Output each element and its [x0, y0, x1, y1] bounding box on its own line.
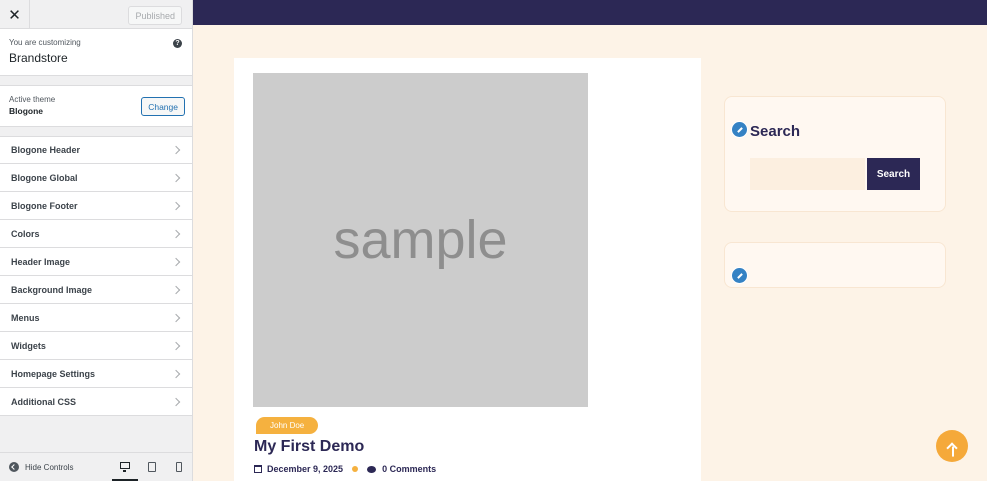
- post-date[interactable]: December 9, 2025: [267, 464, 343, 474]
- change-theme-button[interactable]: Change: [141, 97, 185, 116]
- pencil-icon[interactable]: [731, 121, 748, 138]
- chevron-right-icon: [171, 229, 181, 238]
- section-label: Menus: [11, 312, 40, 323]
- customizer-sidebar: ✕ Published You are customizing Brandsto…: [0, 0, 193, 481]
- empty-widget: [724, 242, 946, 288]
- arrow-up-icon: [946, 442, 958, 454]
- mobile-icon: [176, 461, 182, 472]
- post-title[interactable]: My First Demo: [254, 438, 364, 456]
- section-menus[interactable]: Menus: [0, 304, 192, 332]
- section-homepage-settings[interactable]: Homepage Settings: [0, 360, 192, 388]
- chevron-right-icon: [171, 257, 181, 266]
- search-button[interactable]: Search: [867, 158, 920, 190]
- preview-tablet-button[interactable]: [139, 452, 165, 481]
- preview-desktop-button[interactable]: [112, 452, 138, 481]
- section-label: Background Image: [11, 284, 93, 295]
- chevron-right-icon: [171, 285, 181, 294]
- section-widgets[interactable]: Widgets: [0, 332, 192, 360]
- search-input[interactable]: [750, 158, 865, 190]
- section-blogone-global[interactable]: Blogone Global: [0, 164, 192, 192]
- site-preview: sample John Doe My First Demo December 9…: [193, 0, 987, 481]
- chevron-right-icon: [171, 341, 181, 350]
- customizing-label: You are customizing: [9, 38, 81, 47]
- section-label: Header Image: [11, 256, 71, 267]
- section-label: Blogone Footer: [11, 200, 78, 211]
- active-theme-panel: Active theme Blogone Change: [0, 85, 192, 127]
- section-label: Homepage Settings: [11, 368, 96, 379]
- customizing-info: You are customizing Brandstore ?: [0, 29, 192, 76]
- site-name: Brandstore: [9, 51, 68, 65]
- customizer-topbar: ✕ Published: [0, 0, 192, 29]
- section-colors[interactable]: Colors: [0, 220, 192, 248]
- site-header-bar: [193, 0, 987, 25]
- chevron-right-icon: [171, 369, 181, 378]
- section-blogone-footer[interactable]: Blogone Footer: [0, 192, 192, 220]
- preview-mobile-button[interactable]: [166, 452, 192, 481]
- published-button[interactable]: Published: [128, 6, 182, 25]
- tablet-icon: [148, 461, 156, 472]
- section-header-image[interactable]: Header Image: [0, 248, 192, 276]
- section-additional-css[interactable]: Additional CSS: [0, 388, 192, 416]
- chevron-right-icon: [171, 313, 181, 322]
- post-author-badge[interactable]: John Doe: [256, 417, 319, 434]
- post-meta: December 9, 2025 0 Comments: [254, 464, 436, 474]
- post-comments-link[interactable]: 0 Comments: [382, 464, 436, 474]
- section-blogone-header[interactable]: Blogone Header: [0, 136, 192, 164]
- section-label: Colors: [11, 228, 40, 239]
- meta-separator-dot: [352, 466, 359, 472]
- section-label: Widgets: [11, 340, 46, 351]
- search-widget-title: Search: [750, 123, 801, 140]
- desktop-icon: [120, 462, 130, 472]
- section-label: Blogone Global: [11, 172, 78, 183]
- help-icon[interactable]: ?: [173, 39, 182, 48]
- hide-controls-button[interactable]: Hide Controls: [25, 463, 73, 472]
- chevron-right-icon: [171, 145, 181, 155]
- close-icon[interactable]: ✕: [0, 0, 30, 29]
- calendar-icon: [254, 465, 262, 473]
- scroll-to-top-button[interactable]: [936, 430, 968, 462]
- customizer-sections: Blogone Header Blogone Global Blogone Fo…: [0, 136, 192, 416]
- section-label: Additional CSS: [11, 396, 76, 407]
- collapse-icon[interactable]: [9, 462, 19, 472]
- chevron-right-icon: [171, 201, 181, 210]
- sample-image-text: sample: [333, 210, 508, 270]
- chevron-right-icon: [171, 397, 181, 406]
- post-card: sample John Doe My First Demo December 9…: [234, 58, 701, 481]
- customizer-footer: Hide Controls: [0, 452, 192, 481]
- comment-icon: [367, 465, 377, 473]
- pencil-icon[interactable]: [731, 267, 748, 284]
- section-label: Blogone Header: [11, 145, 81, 155]
- post-featured-image[interactable]: sample: [253, 73, 588, 407]
- search-widget: Search Search: [724, 96, 946, 212]
- section-background-image[interactable]: Background Image: [0, 276, 192, 304]
- chevron-right-icon: [171, 173, 181, 182]
